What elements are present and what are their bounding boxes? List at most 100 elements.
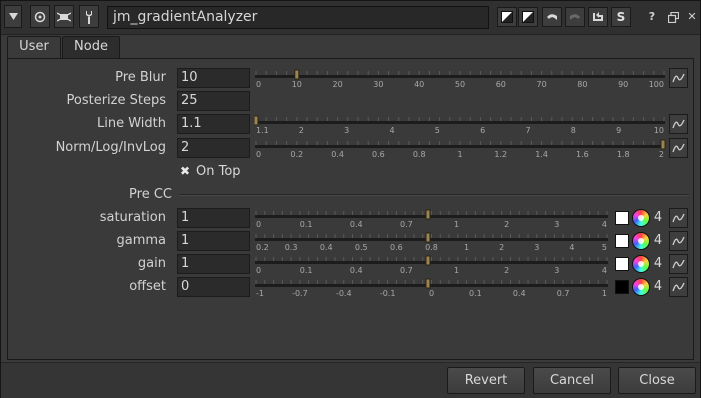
gain-animation-icon[interactable] — [669, 254, 688, 274]
gain-color-wheel-icon[interactable] — [633, 256, 649, 272]
undo-icon[interactable] — [542, 7, 562, 27]
pre-blur-tick-label: 70 — [537, 80, 547, 89]
norm-log-invlog-label: Norm/Log/InvLog — [55, 140, 166, 155]
saturation-tick-label: 0 — [256, 220, 261, 229]
offset-color-swatch[interactable] — [615, 280, 629, 294]
pre-blur-input[interactable]: 10 — [177, 68, 250, 88]
node-graph-icon[interactable] — [54, 5, 74, 28]
saturation-channels[interactable]: 4 — [651, 208, 665, 228]
node-name-field[interactable]: jm_gradientAnalyzer — [107, 6, 489, 29]
offset-input[interactable]: 0 — [177, 277, 250, 297]
default-color-alt-icon[interactable] — [518, 7, 538, 27]
redo-icon[interactable] — [565, 7, 585, 27]
revert-icon[interactable] — [588, 7, 608, 27]
saturation-track[interactable] — [255, 215, 608, 218]
gain-tick-label: 0 — [256, 266, 261, 275]
offset-tick-label: 0.7 — [557, 289, 570, 298]
pre-blur-animation-icon[interactable] — [669, 68, 688, 88]
gamma-channels[interactable]: 4 — [651, 231, 665, 251]
offset-handle[interactable] — [425, 278, 431, 289]
posterize-steps-input[interactable]: 25 — [177, 91, 250, 111]
pre-blur-slider[interactable]: 0 10 20 30 40 50 60 70 80 90 100 — [254, 67, 666, 89]
pre-blur-tick-label: 20 — [333, 80, 343, 89]
gamma-tick-label: 0.4 — [320, 243, 333, 252]
close-button[interactable]: Close — [618, 367, 696, 394]
saturation-slider[interactable]: 0 0.1 0.4 0.7 1 2 3 4 — [254, 207, 609, 229]
norm-log-invlog-animation-icon[interactable] — [669, 138, 688, 158]
saturation-animation-icon[interactable] — [669, 208, 688, 228]
saturation-color-wheel-icon[interactable] — [633, 210, 649, 226]
pre-blur-track[interactable] — [255, 75, 665, 78]
saturation-color-swatch[interactable] — [615, 211, 629, 225]
gain-tick-label: 0.1 — [300, 266, 313, 275]
gain-tick-label: 0.7 — [400, 266, 413, 275]
cancel-button[interactable]: Cancel — [533, 367, 611, 394]
offset-channels[interactable]: 4 — [651, 277, 665, 297]
offset-label: offset — [129, 279, 166, 294]
pre-blur-tick-label: 10 — [292, 80, 302, 89]
saturation-tick-label: 0.7 — [400, 220, 413, 229]
gamma-animation-icon[interactable] — [669, 231, 688, 251]
gain-channels[interactable]: 4 — [651, 254, 665, 274]
offset-slider[interactable]: -1 -0.7 -0.4 -0.1 0 0.1 0.4 0.7 1 — [254, 276, 609, 298]
gain-track[interactable] — [255, 261, 608, 264]
float-window-icon[interactable] — [665, 9, 681, 25]
gamma-tick-label: 1 — [464, 243, 469, 252]
on-top-checkbox[interactable]: ✖ — [179, 165, 191, 177]
gain-handle[interactable] — [425, 255, 431, 266]
saturation-tick-label: 4 — [602, 220, 607, 229]
offset-tick-label: -0.1 — [380, 289, 396, 298]
line-width-track[interactable] — [255, 121, 665, 124]
help-icon[interactable]: ? — [644, 9, 660, 25]
line-width-handle[interactable] — [254, 115, 259, 126]
saturation-label: saturation — [99, 210, 166, 225]
offset-tick-label: -0.7 — [292, 289, 308, 298]
center-node-icon[interactable] — [30, 5, 50, 28]
gamma-handle[interactable] — [425, 232, 431, 243]
script-editor-button[interactable]: S — [611, 7, 631, 27]
norm-log-invlog-slider[interactable]: 0 0.2 0.4 0.6 0.8 1 1.2 1.4 1.6 1.8 2 — [254, 137, 666, 159]
pre-blur-handle[interactable] — [294, 69, 300, 80]
tab-node[interactable]: Node — [62, 36, 120, 58]
offset-tick-label: 0.1 — [469, 289, 482, 298]
pre-blur-tick-label: 30 — [373, 80, 383, 89]
gain-slider[interactable]: 0 0.1 0.4 0.7 1 2 3 4 — [254, 253, 609, 275]
pre-blur-tick-label: 80 — [577, 80, 587, 89]
norm-log-invlog-tick-label: 1 — [457, 150, 462, 159]
line-width-tick-label: 9 — [616, 126, 621, 135]
norm-log-invlog-tick-label: 0.6 — [372, 150, 385, 159]
revert-button[interactable]: Revert — [447, 367, 525, 394]
saturation-handle[interactable] — [425, 209, 431, 220]
line-width-animation-icon[interactable] — [669, 114, 688, 134]
offset-animation-icon[interactable] — [669, 277, 688, 297]
tab-user[interactable]: User — [7, 36, 61, 59]
gamma-color-wheel-icon[interactable] — [633, 233, 649, 249]
offset-tick-label: -0.4 — [336, 289, 352, 298]
norm-log-invlog-tick-label: 1.2 — [494, 150, 507, 159]
norm-log-invlog-tick-label: 0.2 — [290, 150, 303, 159]
offset-track[interactable] — [255, 284, 608, 287]
gain-input[interactable]: 1 — [177, 254, 250, 274]
close-icon[interactable]: ✕ — [684, 9, 700, 25]
norm-log-invlog-tick-label: 1.6 — [576, 150, 589, 159]
saturation-tick-label: 3 — [554, 220, 559, 229]
offset-color-wheel-icon[interactable] — [633, 279, 649, 295]
gain-color-swatch[interactable] — [615, 257, 629, 271]
gamma-input[interactable]: 1 — [177, 231, 250, 251]
line-width-slider[interactable]: 1.1 2 3 4 5 6 7 8 9 10 — [254, 113, 666, 135]
gain-tick-label: 0.4 — [350, 266, 363, 275]
gamma-tick-label: 5 — [602, 243, 607, 252]
saturation-input[interactable]: 1 — [177, 208, 250, 228]
gamma-color-swatch[interactable] — [615, 234, 629, 248]
collapse-arrow-icon[interactable] — [4, 5, 22, 28]
norm-log-invlog-input[interactable]: 2 — [177, 138, 250, 158]
norm-log-invlog-tick-label: 1.8 — [617, 150, 630, 159]
gamma-track[interactable] — [255, 238, 608, 241]
default-color-icon[interactable] — [497, 7, 517, 27]
norm-log-invlog-track[interactable] — [255, 145, 665, 148]
norm-log-invlog-handle[interactable] — [660, 139, 666, 150]
line-width-input[interactable]: 1.1 — [177, 114, 250, 134]
gamma-slider[interactable]: 0.2 0.3 0.4 0.5 0.6 0.8 1 2 3 4 5 — [254, 230, 609, 252]
gain-tick-label: 4 — [602, 266, 607, 275]
wrench-icon[interactable] — [79, 5, 99, 28]
